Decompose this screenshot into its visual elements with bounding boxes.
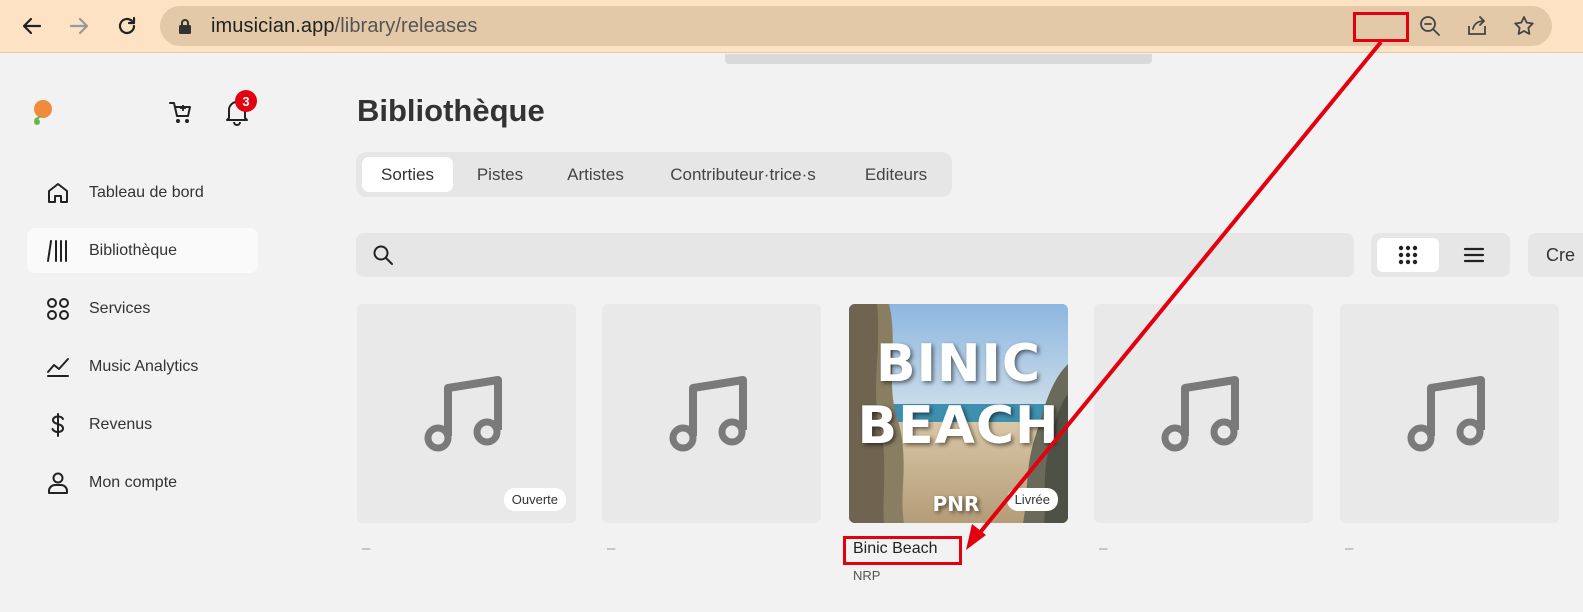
- release-artist[interactable]: NRP: [853, 568, 880, 583]
- services-icon: [47, 298, 69, 320]
- scroll-indicator: [725, 54, 1152, 64]
- reload-button[interactable]: [111, 10, 143, 42]
- cart-icon[interactable]: [168, 100, 194, 126]
- imusician-logo[interactable]: [28, 98, 54, 126]
- address-bar[interactable]: imusician.app/library/releases: [160, 6, 1552, 46]
- release-title[interactable]: –: [1099, 540, 1107, 557]
- tab-contributors[interactable]: Contributeur·trice·s: [652, 157, 834, 192]
- view-toggle: [1371, 233, 1510, 277]
- browser-toolbar: imusician.app/library/releases: [0, 0, 1583, 53]
- reload-icon: [118, 16, 136, 35]
- notification-badge: 3: [235, 90, 257, 112]
- highlight-box-title: [843, 536, 962, 565]
- page-title: Bibliothèque: [357, 93, 545, 128]
- release-card[interactable]: [1094, 304, 1313, 523]
- library-icon: [47, 240, 67, 262]
- sidebar-item-label: Mon compte: [89, 473, 178, 491]
- cover-text: BINIC: [875, 334, 1041, 394]
- music-note-icon: [424, 376, 502, 452]
- cover-text: BEACH: [857, 396, 1060, 456]
- bookmark-star-icon[interactable]: [1512, 14, 1536, 38]
- sidebar-item-account[interactable]: Mon compte: [27, 460, 258, 505]
- grid-icon: [1398, 245, 1418, 265]
- sidebar-item-services[interactable]: Services: [27, 286, 258, 331]
- status-badge: Ouverte: [503, 488, 566, 511]
- sidebar-item-label: Services: [89, 299, 151, 317]
- sidebar-item-label: Bibliothèque: [89, 241, 178, 259]
- music-note-icon: [1161, 376, 1239, 452]
- list-icon: [1463, 247, 1485, 263]
- url-text: imusician.app/library/releases: [211, 15, 478, 37]
- music-note-icon: [1407, 376, 1485, 452]
- library-tabs: Sorties Pistes Artistes Contributeur·tri…: [356, 152, 952, 197]
- create-button[interactable]: Cre: [1528, 233, 1583, 277]
- zoom-out-icon[interactable]: [1418, 14, 1442, 38]
- forward-button[interactable]: [63, 10, 95, 42]
- sidebar-item-dashboard[interactable]: Tableau de bord: [27, 170, 258, 215]
- lock-icon: [179, 19, 191, 34]
- grid-view-button[interactable]: [1377, 238, 1439, 272]
- forward-arrow-icon: [69, 17, 89, 35]
- sidebar-item-label: Revenus: [89, 415, 153, 433]
- sidebar-item-revenue[interactable]: Revenus: [27, 402, 258, 447]
- release-title[interactable]: –: [362, 540, 370, 557]
- release-card[interactable]: BINIC BEACH PNR Livrée: [849, 304, 1068, 523]
- tab-publishers[interactable]: Editeurs: [844, 157, 948, 192]
- sidebar-item-analytics[interactable]: Music Analytics: [27, 344, 258, 389]
- search-icon: [373, 245, 393, 265]
- highlight-box-toolbar: [1353, 12, 1409, 42]
- release-title[interactable]: –: [607, 540, 615, 557]
- tab-tracks[interactable]: Pistes: [460, 157, 540, 192]
- dollar-icon: [51, 413, 65, 437]
- search-input[interactable]: [356, 233, 1354, 277]
- back-button[interactable]: [16, 10, 48, 42]
- tab-releases[interactable]: Sorties: [362, 157, 453, 192]
- music-note-icon: [669, 376, 747, 452]
- sidebar-item-library[interactable]: Bibliothèque: [27, 228, 258, 273]
- list-view-button[interactable]: [1443, 238, 1505, 272]
- release-card[interactable]: [602, 304, 821, 523]
- sidebar-item-label: Music Analytics: [89, 357, 199, 375]
- status-badge: Livrée: [1006, 488, 1058, 511]
- tab-artists[interactable]: Artistes: [548, 157, 643, 192]
- home-icon: [48, 183, 68, 203]
- release-card[interactable]: [1340, 304, 1559, 523]
- release-title[interactable]: –: [1345, 540, 1353, 557]
- user-icon: [48, 472, 68, 494]
- analytics-icon: [47, 358, 69, 377]
- sidebar-item-label: Tableau de bord: [89, 183, 204, 201]
- back-arrow-icon: [22, 17, 42, 35]
- share-icon[interactable]: [1465, 14, 1489, 38]
- release-card[interactable]: Ouverte: [357, 304, 576, 523]
